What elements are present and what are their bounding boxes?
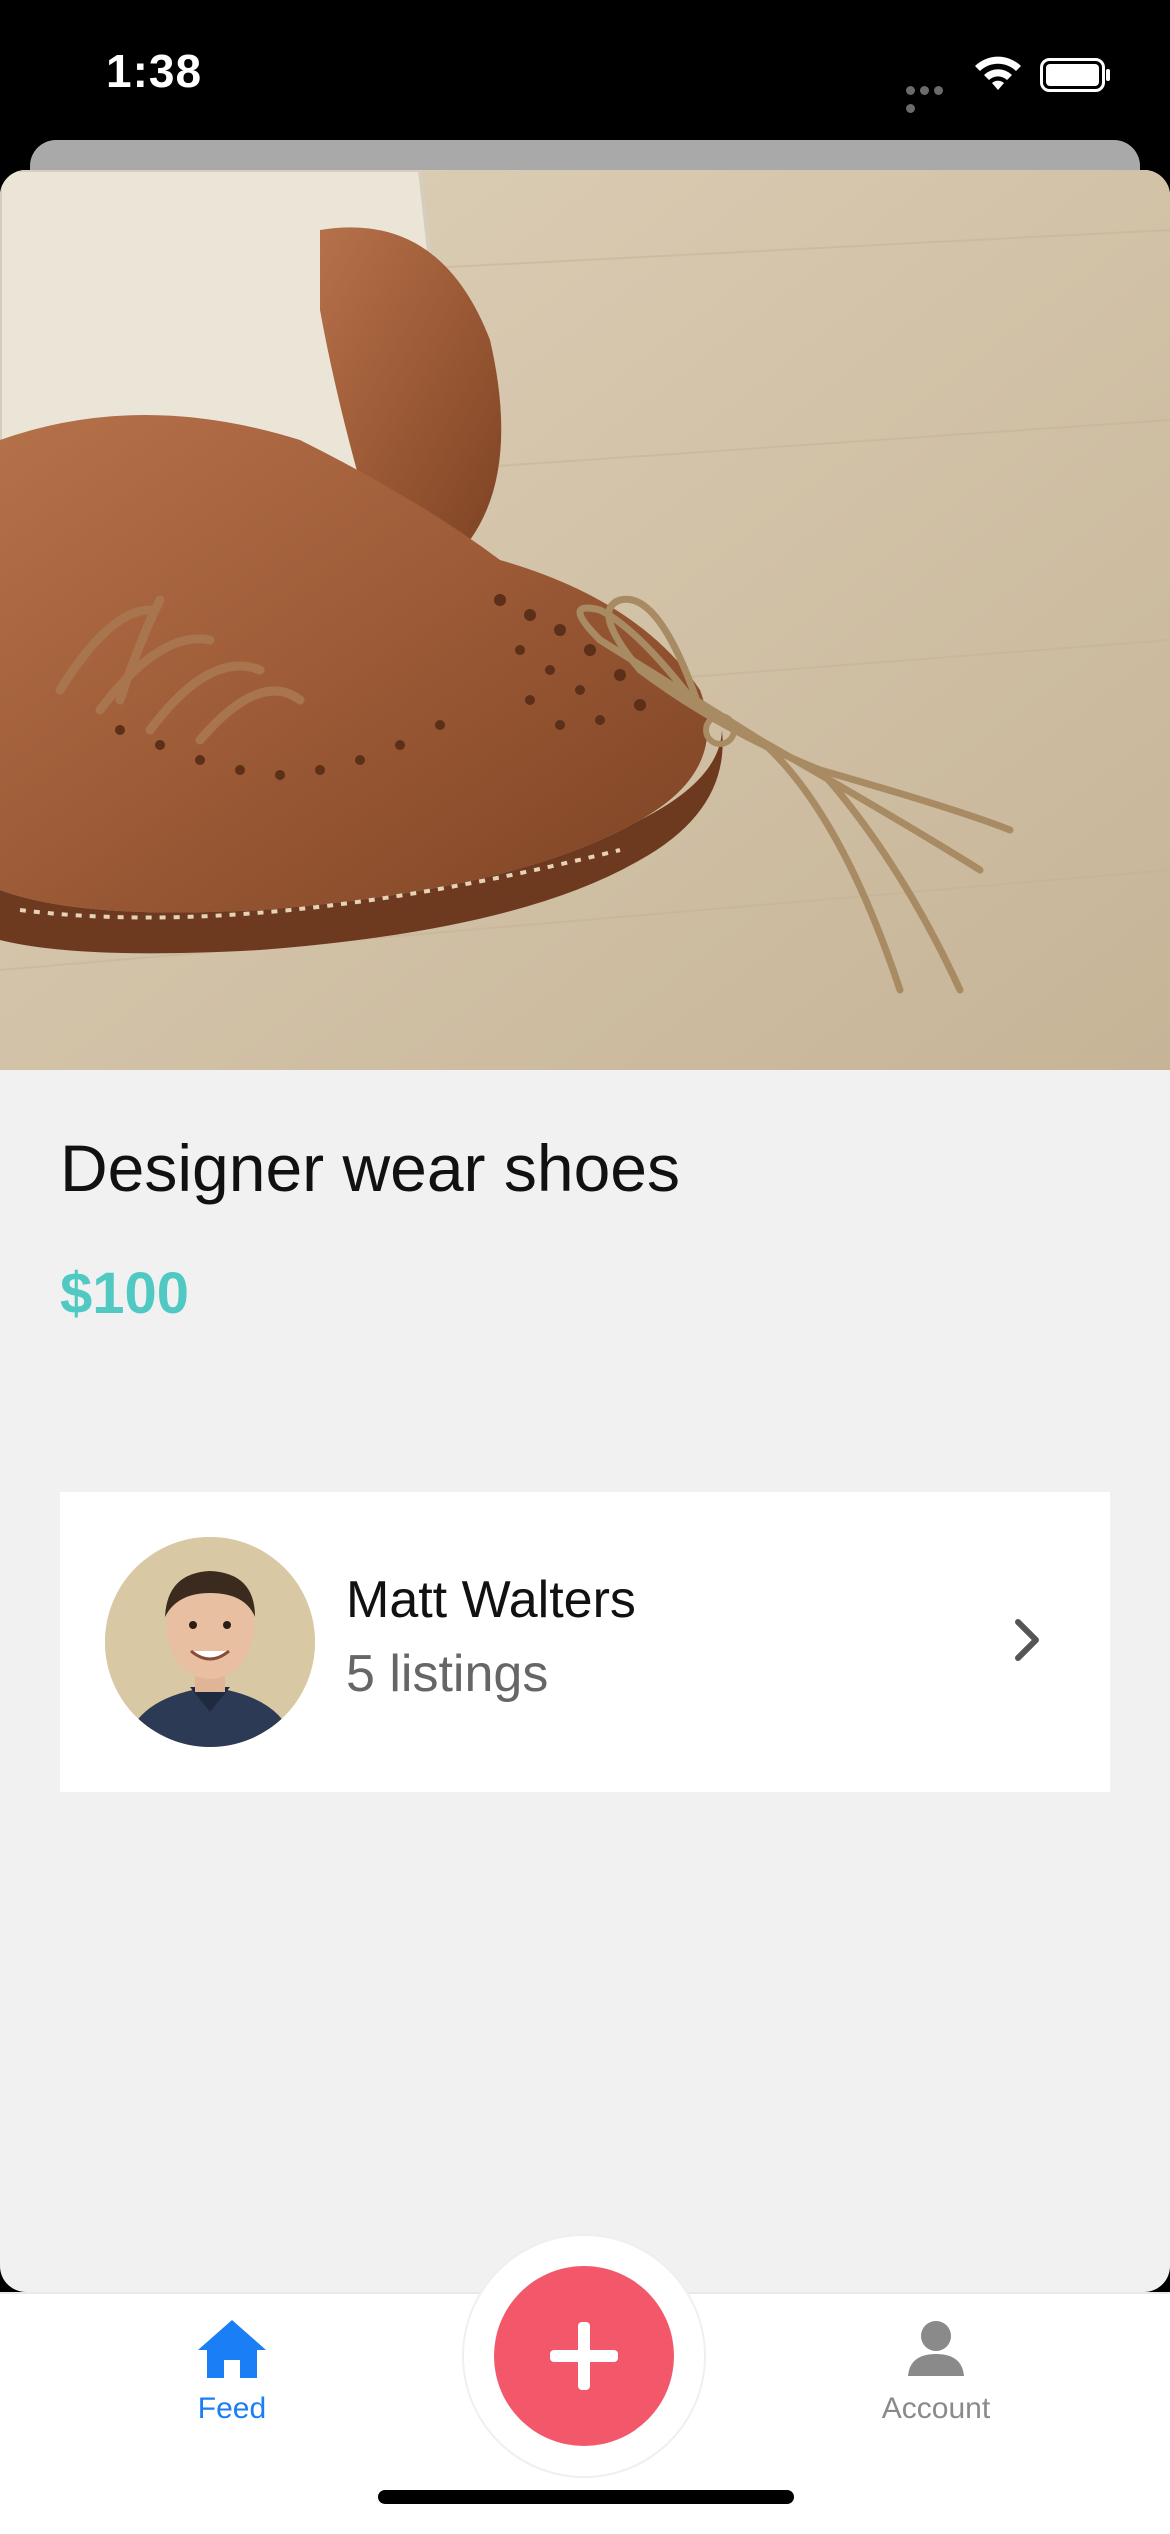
seller-card[interactable]: Matt Walters 5 listings (60, 1492, 1110, 1792)
product-photo[interactable] (0, 170, 1170, 1070)
tab-account-label: Account (881, 2392, 991, 2425)
battery-icon (1040, 58, 1110, 92)
person-icon (908, 2321, 964, 2376)
home-indicator[interactable] (378, 2490, 794, 2504)
seller-listings-count: 5 listings (346, 1645, 549, 1703)
wifi-icon (975, 56, 1021, 90)
listing-price: $100 (60, 1261, 190, 1326)
chevron-right-icon[interactable] (1010, 1612, 1046, 1668)
tab-feed-label: Feed (197, 2392, 267, 2425)
seller-name: Matt Walters (346, 1571, 636, 1629)
tab-account[interactable]: Account (816, 2314, 1056, 2426)
tab-feed[interactable]: Feed (112, 2314, 352, 2426)
status-time: 1:38 (106, 45, 203, 97)
seller-avatar (105, 1537, 315, 1747)
plus-icon (550, 2322, 618, 2390)
listing-title: Designer wear shoes (60, 1131, 680, 1205)
add-listing-button[interactable] (494, 2266, 674, 2446)
person-photo-icon (105, 1537, 315, 1747)
home-icon (198, 2320, 266, 2378)
status-bar: 1:38 (0, 0, 1170, 140)
listing-detail-card: Designer wear shoes $100 Matt Walters 5 … (0, 170, 1170, 2292)
cellular-signal-icon (906, 82, 960, 113)
product-photo-brogue-shoes-icon (0, 170, 1170, 1070)
